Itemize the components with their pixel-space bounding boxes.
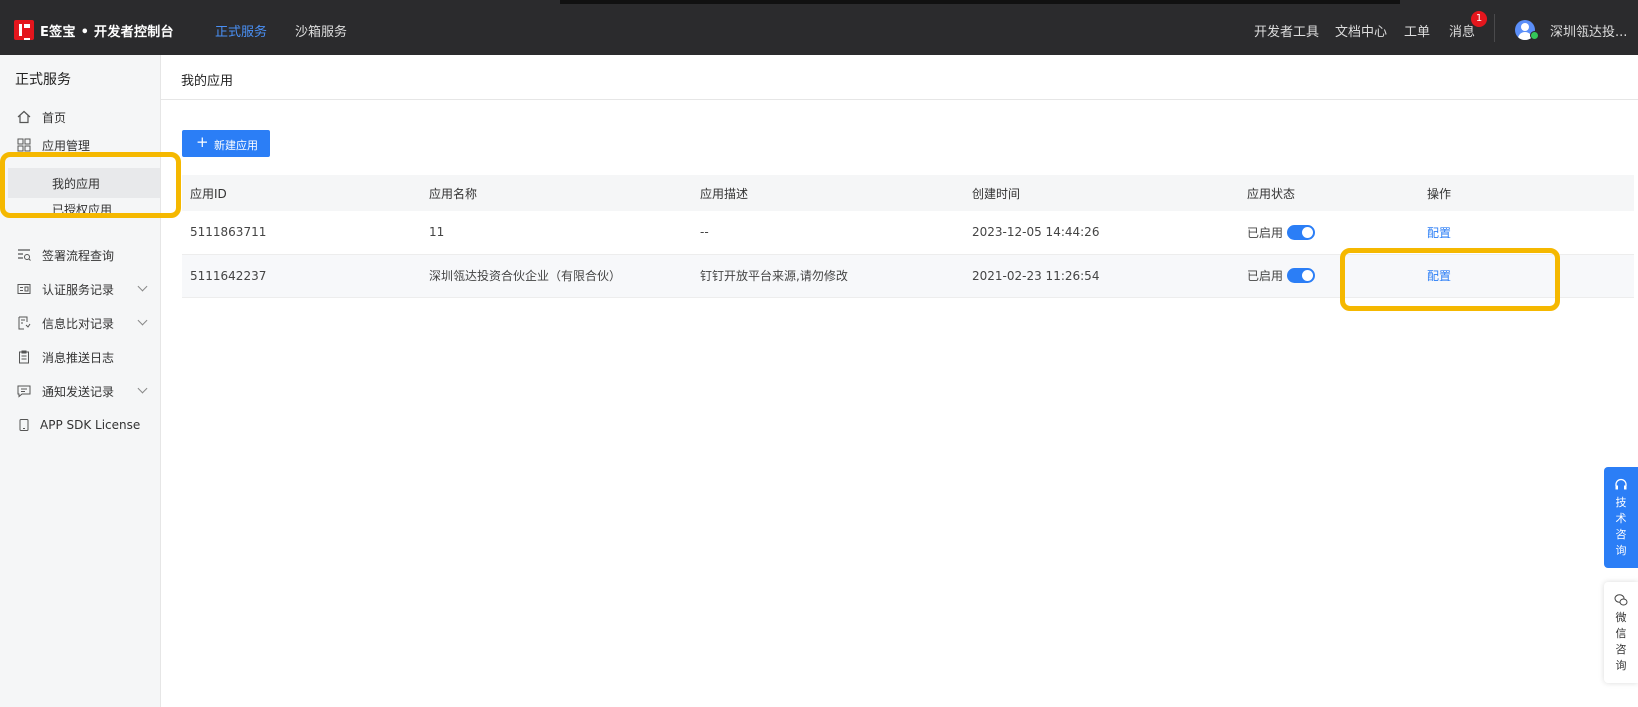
highlight-box-configure xyxy=(1340,248,1560,311)
configure-link[interactable]: 配置 xyxy=(1427,226,1451,240)
nav-formal-service[interactable]: 正式服务 xyxy=(215,21,267,40)
chevron-down-icon[interactable] xyxy=(137,281,148,292)
sidebar-item-sign-flow-query[interactable]: 签署流程查询 xyxy=(0,240,160,270)
highlight-box-my-apps xyxy=(0,152,181,218)
home-icon xyxy=(17,110,31,124)
sidebar-item-label: 签署流程查询 xyxy=(42,248,115,263)
cell-app-desc: -- xyxy=(692,211,964,255)
column-header: 操作 xyxy=(1419,175,1634,211)
table-header-row: 应用ID 应用名称 应用描述 创建时间 应用状态 操作 xyxy=(182,175,1634,211)
device-icon xyxy=(19,419,29,431)
sidebar-item-push-log[interactable]: 消息推送日志 xyxy=(0,342,160,372)
brand-name: E签宝 • 开发者控制台 xyxy=(40,24,174,40)
status-label: 已启用 xyxy=(1247,225,1284,240)
tech-consult-tab[interactable]: 技术咨询 xyxy=(1604,467,1638,568)
cell-app-name: 11 xyxy=(421,211,692,255)
column-header: 应用描述 xyxy=(692,175,964,211)
sidebar-item-label: 通知发送记录 xyxy=(42,384,115,399)
cell-created-time: 2021-02-23 11:26:54 xyxy=(964,254,1239,298)
nav-sandbox-service[interactable]: 沙箱服务 xyxy=(295,21,347,40)
user-name[interactable]: 深圳瓴达投... xyxy=(1550,21,1627,40)
sidebar-item-auth-records[interactable]: 认证服务记录 xyxy=(0,274,160,304)
status-label: 已启用 xyxy=(1247,269,1284,283)
top-bar: E签宝 • 开发者控制台 正式服务 沙箱服务 开发者工具 文档中心 工单 消息 … xyxy=(0,0,1638,55)
nav-ticket[interactable]: 工单 xyxy=(1404,21,1430,40)
compare-icon xyxy=(18,316,31,330)
sidebar-item-label: 首页 xyxy=(42,110,67,125)
cell-app-name: 深圳瓴达投资合伙企业（有限合伙） xyxy=(421,254,692,298)
clipboard-icon xyxy=(19,350,29,364)
brand-logo[interactable]: E签宝 • 开发者控制台 xyxy=(14,20,174,40)
verified-dot-icon xyxy=(1530,31,1539,40)
column-header: 应用状态 xyxy=(1239,175,1419,211)
sidebar-item-label: 认证服务记录 xyxy=(42,282,115,297)
nav-messages[interactable]: 消息 xyxy=(1449,21,1475,40)
nav-docs[interactable]: 文档中心 xyxy=(1335,21,1387,40)
esign-logo-icon xyxy=(14,20,34,40)
page-header: 我的应用 xyxy=(161,55,1638,100)
headset-icon xyxy=(1615,478,1627,490)
search-list-icon xyxy=(18,249,31,261)
sidebar-item-notify-records[interactable]: 通知发送记录 xyxy=(0,376,160,406)
page-title: 我的应用 xyxy=(181,74,234,89)
plus-icon: + xyxy=(196,133,209,151)
new-app-button-label: 新建应用 xyxy=(214,139,258,152)
status-toggle[interactable] xyxy=(1287,224,1316,240)
message-badge: 1 xyxy=(1471,11,1487,27)
sidebar-item-app-sdk-license[interactable]: APP SDK License xyxy=(0,410,160,440)
cell-app-desc: 钉钉开放平台来源,请勿修改 xyxy=(692,254,964,298)
wechat-consult-label: 微信咨询 xyxy=(1615,611,1627,672)
sidebar-item-label: 消息推送日志 xyxy=(42,350,115,365)
wechat-icon xyxy=(1614,594,1628,606)
chevron-down-icon[interactable] xyxy=(137,383,148,394)
sidebar-item-compare-records[interactable]: 信息比对记录 xyxy=(0,308,160,338)
column-header: 应用ID xyxy=(182,175,421,211)
top-strip xyxy=(560,0,1400,4)
chevron-down-icon[interactable] xyxy=(137,315,148,326)
cell-app-id: 5111863711 xyxy=(182,211,421,255)
column-header: 创建时间 xyxy=(964,175,1239,211)
grid-icon xyxy=(17,138,31,152)
cell-app-id: 5111642237 xyxy=(182,254,421,298)
wechat-consult-tab[interactable]: 微信咨询 xyxy=(1604,582,1638,683)
sidebar-title: 正式服务 xyxy=(15,72,71,88)
sidebar-item-label: 应用管理 xyxy=(42,138,91,153)
id-card-icon xyxy=(17,284,31,294)
sidebar-item-label: APP SDK License xyxy=(40,418,141,432)
sidebar-item-label: 信息比对记录 xyxy=(42,316,115,331)
sidebar-item-home[interactable]: 首页 xyxy=(0,102,160,132)
tech-consult-label: 技术咨询 xyxy=(1615,496,1627,557)
column-header: 应用名称 xyxy=(421,175,692,211)
cell-created-time: 2023-12-05 14:44:26 xyxy=(964,211,1239,255)
new-app-button[interactable]: + 新建应用 xyxy=(182,130,270,157)
message-icon xyxy=(17,385,31,398)
status-toggle[interactable] xyxy=(1287,268,1316,283)
header-divider xyxy=(1494,14,1495,42)
nav-dev-tools[interactable]: 开发者工具 xyxy=(1254,21,1319,40)
